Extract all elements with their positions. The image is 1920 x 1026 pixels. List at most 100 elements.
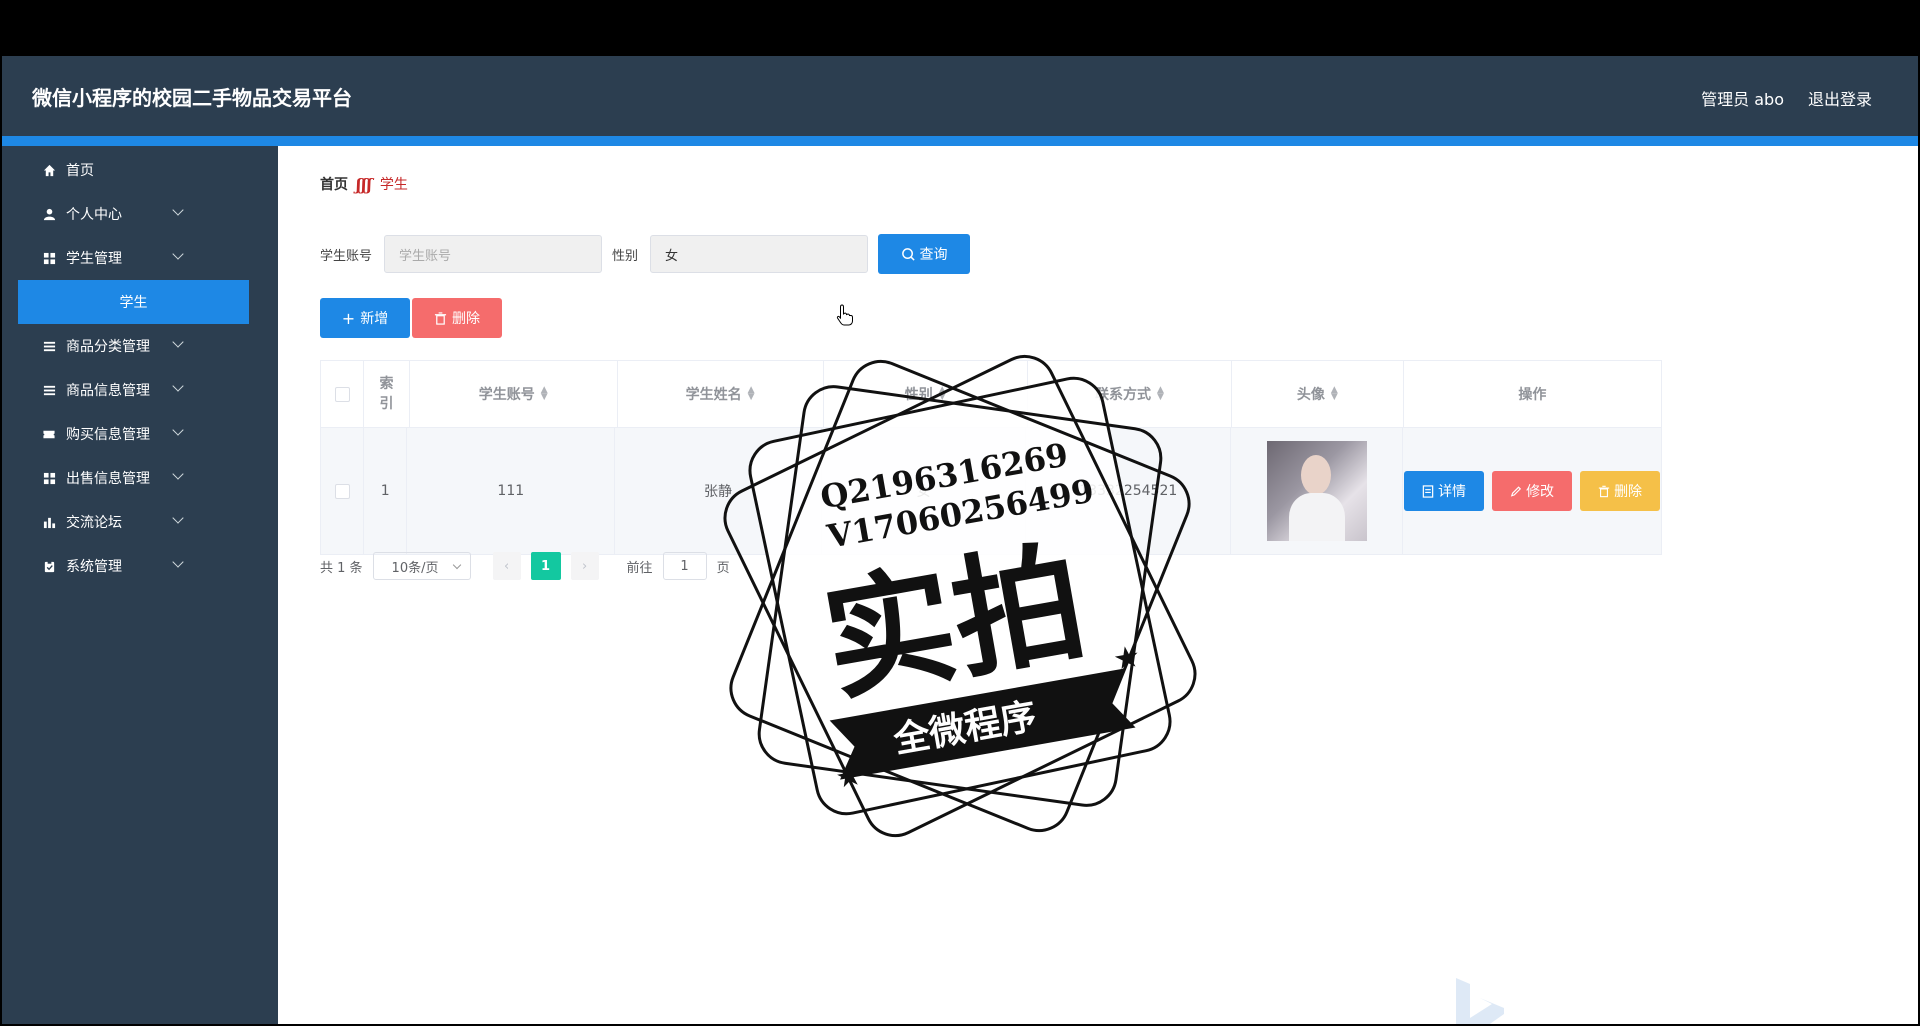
chevron-down-icon xyxy=(172,380,184,392)
chevron-down-icon xyxy=(172,336,184,348)
ticket-icon xyxy=(42,427,56,441)
sidebar-item-label: 交流论坛 xyxy=(66,515,122,531)
pagination-total: 共 1 条 xyxy=(320,560,363,576)
breadcrumb-current: 学生 xyxy=(379,177,408,193)
sidebar-item-purchase-management[interactable]: 购买信息管理 xyxy=(2,412,278,456)
sidebar-item-label: 购买信息管理 xyxy=(66,427,150,443)
cell-avatar xyxy=(1231,428,1404,554)
row-delete-button[interactable]: 删除 xyxy=(1580,471,1661,511)
select-all-checkbox[interactable] xyxy=(334,386,350,402)
cell-index: 1 xyxy=(364,428,408,554)
row-checkbox[interactable] xyxy=(334,483,350,499)
app-window: 微信小程序的校园二手物品交易平台 管理员 abo 退出登录 首页 个人中心 学生… xyxy=(2,56,1918,1024)
sidebar-item-category-management[interactable]: 商品分类管理 xyxy=(2,324,278,368)
prev-page-button[interactable]: ‹ xyxy=(492,552,521,580)
batch-delete-button[interactable]: 删除 xyxy=(412,298,502,338)
logout-link[interactable]: 退出登录 xyxy=(1808,86,1872,110)
sidebar-subitem-student[interactable]: 学生 xyxy=(18,280,249,324)
trash-icon xyxy=(434,311,447,325)
app-title: 微信小程序的校园二手物品交易平台 xyxy=(32,86,352,110)
delete-button-label: 删除 xyxy=(452,311,480,327)
sidebar-item-label: 个人中心 xyxy=(66,207,122,223)
account-search-input[interactable]: 学生账号 xyxy=(384,235,603,273)
chevron-down-icon xyxy=(172,556,184,568)
sidebar-item-label: 商品信息管理 xyxy=(66,383,150,399)
account-label: 学生账号 xyxy=(320,248,373,264)
next-page-button[interactable]: › xyxy=(570,552,599,580)
detail-button-label: 详情 xyxy=(1438,484,1467,500)
sidebar-item-system-management[interactable]: 系统管理 xyxy=(2,544,278,588)
breadcrumb: 首页 ʃʃʃ 学生 xyxy=(320,174,408,194)
sidebar-item-forum[interactable]: 交流论坛 xyxy=(2,500,278,544)
pagination: 共 1 条 10条/页 ‹ 1 › 前往 1 页 xyxy=(320,552,730,580)
sidebar-item-home[interactable]: 首页 xyxy=(2,148,278,192)
list-icon xyxy=(42,383,56,397)
header-operations: 操作 xyxy=(1518,387,1547,403)
sidebar-item-label: 首页 xyxy=(66,163,94,179)
detail-button[interactable]: 详情 xyxy=(1404,471,1485,511)
header-account-label: 学生账号 xyxy=(478,387,535,403)
clipboard-icon xyxy=(42,559,56,573)
action-bar: + 新增 删除 xyxy=(320,298,502,338)
cell-account: 111 xyxy=(407,428,616,554)
page-number-current[interactable]: 1 xyxy=(530,552,561,580)
sidebar-item-label: 商品分类管理 xyxy=(66,339,150,355)
header-account[interactable]: 学生账号 ▲ ▼ xyxy=(410,361,618,427)
edit-button[interactable]: 修改 xyxy=(1492,471,1573,511)
sidebar-item-label: 系统管理 xyxy=(66,559,122,575)
gender-label: 性别 xyxy=(612,248,639,264)
chevron-down-icon xyxy=(172,512,184,524)
goto-page-input[interactable]: 1 xyxy=(662,552,707,580)
top-right-menu: 管理员 abo 退出登录 xyxy=(1701,86,1872,110)
sidebar-item-label: 出售信息管理 xyxy=(66,471,150,487)
avatar[interactable] xyxy=(1266,441,1367,541)
chevron-down-icon xyxy=(172,468,184,480)
grid-icon xyxy=(42,471,56,485)
document-icon xyxy=(1422,484,1434,498)
watermark-stamp: Q2196316269 V17060256499 实拍 全微程序 ★ ★ xyxy=(723,354,1197,838)
sort-icon[interactable]: ▲ ▼ xyxy=(1331,386,1338,402)
list-icon xyxy=(42,339,56,353)
goto-prefix: 前往 xyxy=(626,560,653,576)
edit-icon xyxy=(1510,485,1522,497)
chevron-down-icon xyxy=(172,248,184,260)
sidebar-item-personal-center[interactable]: 个人中心 xyxy=(2,192,278,236)
search-icon xyxy=(901,247,915,261)
chevron-down-icon xyxy=(172,424,184,436)
bar-chart-icon xyxy=(42,515,56,529)
row-select-cell xyxy=(321,428,365,554)
home-icon xyxy=(42,163,56,177)
row-actions: 详情 修改 删除 xyxy=(1404,471,1661,511)
page-size-select[interactable]: 10条/页 xyxy=(372,552,471,580)
user-icon xyxy=(42,207,56,221)
add-button-label: 新增 xyxy=(360,311,389,327)
watermark-logo-icon xyxy=(1456,978,1504,1024)
gender-select[interactable]: 女 xyxy=(650,235,869,273)
search-bar: 学生账号 学生账号 性别 女 查询 xyxy=(320,234,971,274)
top-bar: 微信小程序的校园二手物品交易平台 管理员 abo 退出登录 xyxy=(2,56,1918,146)
sort-icon[interactable]: ▲ ▼ xyxy=(541,386,548,402)
sidebar-item-product-management[interactable]: 商品信息管理 xyxy=(2,368,278,412)
add-button[interactable]: + 新增 xyxy=(320,298,410,338)
header-index: 索引 xyxy=(364,361,410,427)
chevron-down-icon xyxy=(172,204,184,216)
cell-operations: 详情 修改 删除 xyxy=(1403,428,1661,554)
query-button-label: 查询 xyxy=(919,247,948,263)
sidebar-item-student-management[interactable]: 学生管理 xyxy=(2,236,278,280)
sidebar-item-label: 学生管理 xyxy=(66,251,122,267)
trash-icon xyxy=(1598,485,1610,497)
header-avatar[interactable]: 头像 ▲ ▼ xyxy=(1232,361,1404,427)
hand-cursor-icon xyxy=(836,304,853,326)
sidebar: 首页 个人中心 学生管理 学生 商品分类管理 商品信息管理 购买信息管理 出售信… xyxy=(2,146,278,1024)
sidebar-item-sales-management[interactable]: 出售信息管理 xyxy=(2,456,278,500)
grid-icon xyxy=(42,251,56,265)
select-all-cell xyxy=(321,361,365,427)
breadcrumb-home[interactable]: 首页 xyxy=(320,174,348,194)
query-button[interactable]: 查询 xyxy=(878,234,971,274)
header-avatar-label: 头像 xyxy=(1296,387,1325,403)
row-delete-button-label: 删除 xyxy=(1614,484,1643,500)
breadcrumb-separator-icon: ʃʃʃ xyxy=(356,174,372,194)
admin-user-label[interactable]: 管理员 abo xyxy=(1701,86,1784,110)
plus-icon: + xyxy=(341,308,356,328)
edit-button-label: 修改 xyxy=(1526,484,1555,500)
